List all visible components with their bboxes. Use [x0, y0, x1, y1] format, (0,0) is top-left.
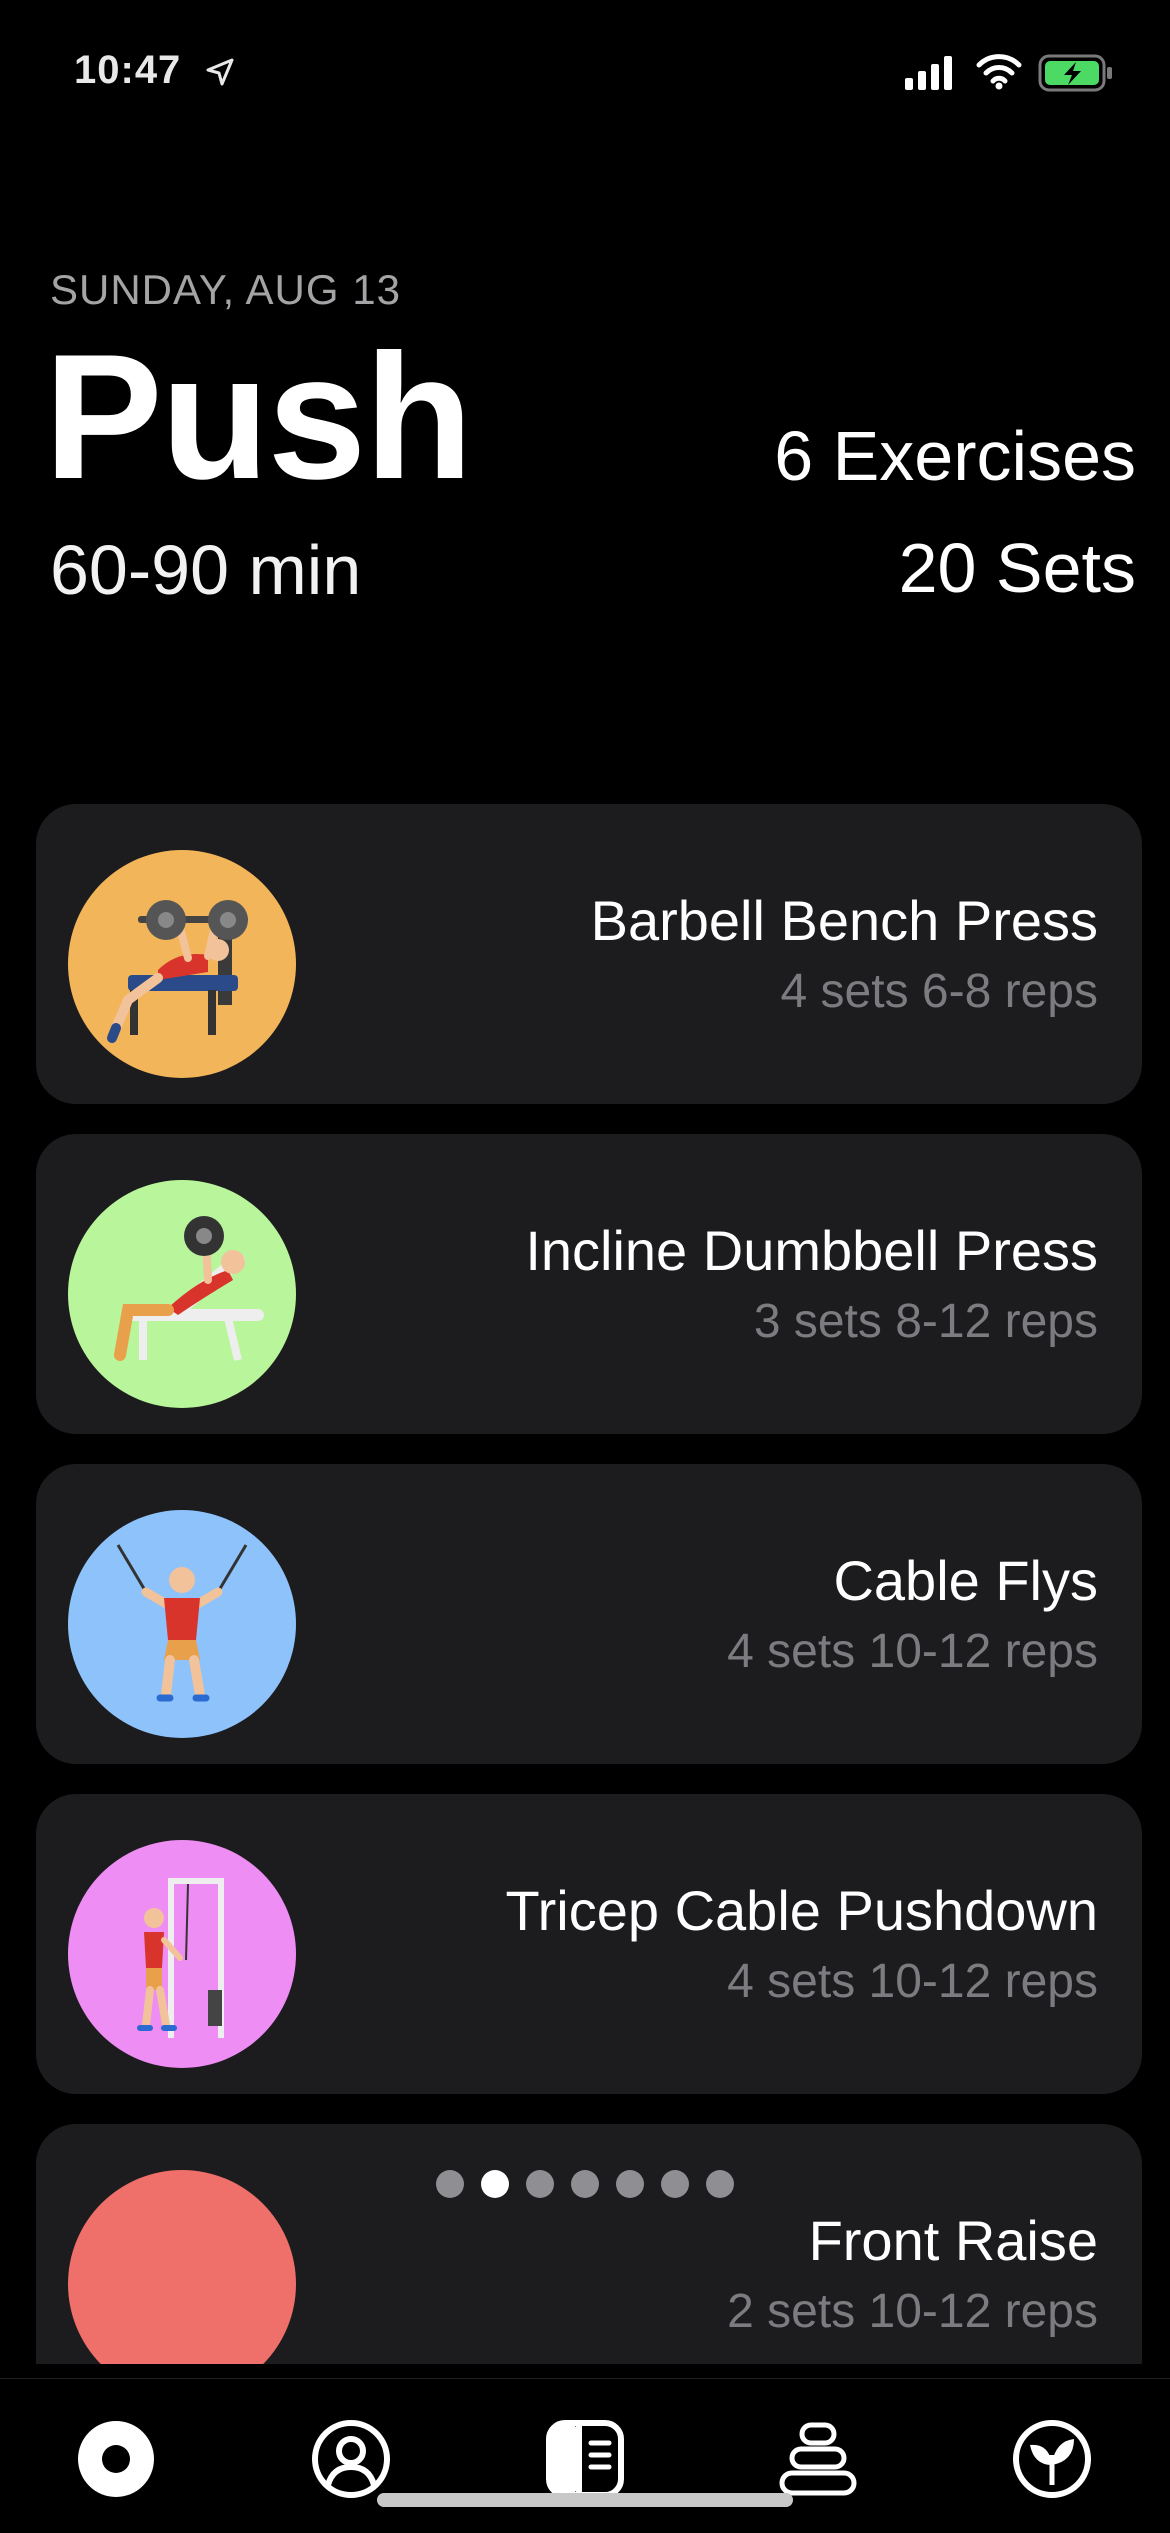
exercise-card-tricep-cable-pushdown[interactable]: Tricep Cable Pushdown 4 sets 10-12 reps	[36, 1794, 1142, 2094]
page-dot[interactable]	[706, 2170, 734, 2198]
exercise-card-front-raise[interactable]: Front Raise 2 sets 10-12 reps	[36, 2124, 1142, 2364]
status-time: 10:47	[74, 48, 182, 92]
exercise-count: 6 Exercises	[774, 417, 1136, 495]
exercise-name: Tricep Cable Pushdown	[505, 1879, 1098, 1942]
cellular-signal-icon	[905, 56, 955, 95]
workout-duration: 60-90 min	[50, 531, 362, 609]
tricep-pushdown-illustration	[68, 1840, 296, 2068]
page-indicator[interactable]	[436, 2170, 734, 2200]
stack-icon	[779, 2422, 857, 2496]
leaf-icon	[1013, 2420, 1091, 2498]
bench-press-illustration	[68, 850, 296, 1078]
exercise-sets-reps: 3 sets 8-12 reps	[753, 1295, 1098, 1348]
profile-icon	[312, 2420, 390, 2498]
page-dot-active[interactable]	[481, 2170, 509, 2198]
tab-journal[interactable]	[545, 2419, 625, 2499]
workout-title: Push	[44, 317, 473, 516]
set-count: 20 Sets	[898, 529, 1136, 607]
exercise-sets-reps: 4 sets 10-12 reps	[727, 1625, 1098, 1678]
exercise-sets-reps: 4 sets 6-8 reps	[780, 965, 1098, 1018]
exercise-name: Front Raise	[808, 2209, 1098, 2272]
location-arrow-icon	[204, 56, 236, 93]
tab-profile[interactable]	[311, 2419, 391, 2499]
tab-nutrition[interactable]	[1012, 2419, 1092, 2499]
page-dot[interactable]	[526, 2170, 554, 2198]
exercise-card-cable-flys[interactable]: Cable Flys 4 sets 10-12 reps	[36, 1464, 1142, 1764]
wifi-icon	[976, 52, 1022, 95]
exercise-sets-reps: 4 sets 10-12 reps	[727, 1955, 1098, 2008]
tab-bar	[0, 2378, 1170, 2533]
record-icon	[78, 2421, 154, 2497]
page-dot[interactable]	[436, 2170, 464, 2198]
exercise-card-incline-dumbbell-press[interactable]: Incline Dumbbell Press 3 sets 8-12 reps	[36, 1134, 1142, 1434]
workout-date: SUNDAY, AUG 13	[50, 266, 401, 313]
tab-progress[interactable]	[778, 2419, 858, 2499]
exercise-card-barbell-bench-press[interactable]: Barbell Bench Press 4 sets 6-8 reps	[36, 804, 1142, 1104]
battery-charging-icon	[1038, 54, 1114, 97]
front-raise-illustration	[68, 2170, 296, 2364]
exercise-list[interactable]: Barbell Bench Press 4 sets 6-8 reps Incl…	[36, 804, 1142, 2364]
status-bar: 10:47	[0, 0, 1170, 150]
exercise-sets-reps: 2 sets 10-12 reps	[727, 2285, 1098, 2338]
home-indicator[interactable]	[377, 2493, 793, 2507]
page-dot[interactable]	[571, 2170, 599, 2198]
exercise-name: Incline Dumbbell Press	[525, 1219, 1098, 1282]
cable-fly-illustration	[68, 1510, 296, 1738]
journal-icon	[546, 2420, 624, 2498]
page-dot[interactable]	[661, 2170, 689, 2198]
page-dot[interactable]	[616, 2170, 644, 2198]
tab-workout[interactable]	[76, 2419, 156, 2499]
exercise-name: Barbell Bench Press	[590, 889, 1098, 952]
incline-press-illustration	[68, 1180, 296, 1408]
exercise-name: Cable Flys	[833, 1549, 1098, 1612]
